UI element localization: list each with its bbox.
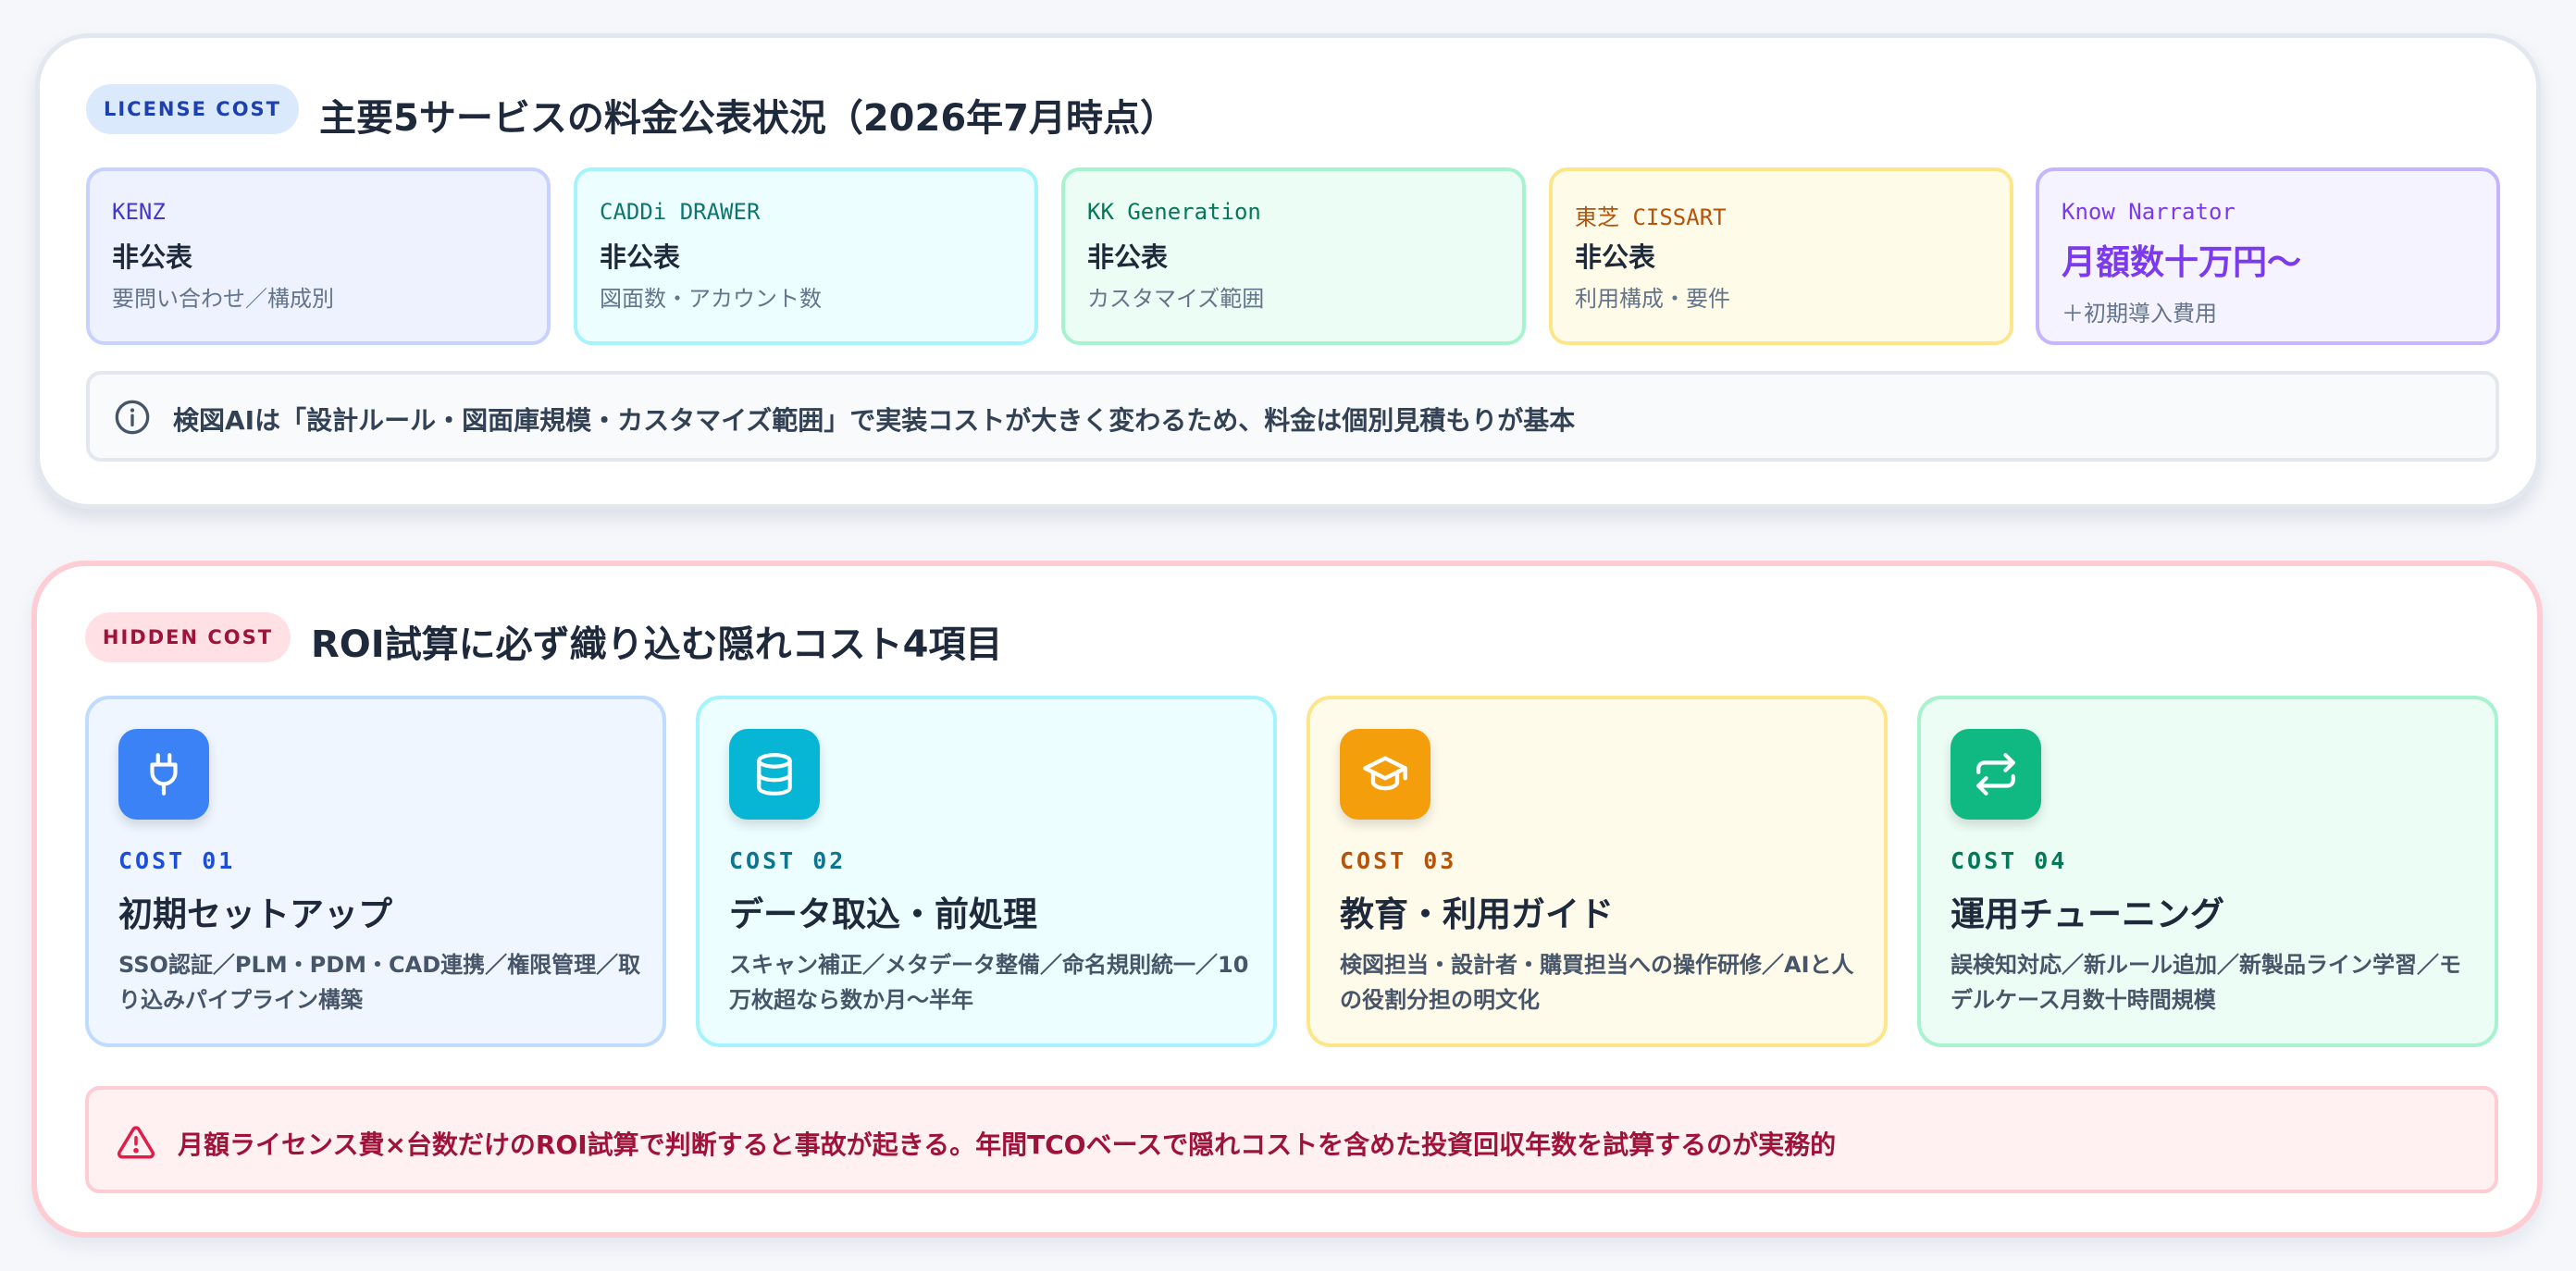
hidden-cost-badge: HIDDEN COST (85, 612, 291, 662)
warning-text: 月額ライセンス費×台数だけのROI試算で判断すると事故が起きる。年間TCOベース… (178, 1129, 1837, 1160)
service-price-status: 月額数十万円〜 (2062, 242, 2301, 282)
service-name: 東芝 CISSART (1575, 204, 1727, 230)
service-card-caddi-drawer: CADDi DRAWER 非公表 図面数・アカウント数 (574, 167, 1038, 345)
service-card-kk-generation: KK Generation 非公表 カスタマイズ範囲 (1061, 167, 1526, 345)
cost-card-ops-tuning: COST 04 運用チューニング 誤検知対応／新ルール追加／新製品ライン学習／モ… (1917, 696, 2498, 1047)
info-callout: 検図AIは「設計ルール・図面庫規模・カスタマイズ範囲」で実装コストが大きく変わる… (86, 371, 2499, 462)
service-price-note: カスタマイズ範囲 (1087, 286, 1265, 312)
cost-title: 運用チューニング (1951, 895, 2224, 934)
cost-icon-box (1340, 729, 1430, 820)
cost-title: データ取込・前処理 (729, 895, 1037, 934)
service-card-toshiba-cissart: 東芝 CISSART 非公表 利用構成・要件 (1549, 167, 2013, 345)
cost-card-data-ingestion: COST 02 データ取込・前処理 スキャン補正／メタデータ整備／命名規則統一／… (696, 696, 1277, 1047)
service-price-note: 要問い合わせ／構成別 (112, 286, 334, 312)
cost-card-training: COST 03 教育・利用ガイド 検図担当・設計者・購買担当への操作研修／AIと… (1307, 696, 1888, 1047)
cost-icon-box (729, 729, 820, 820)
cost-description: 検図担当・設計者・購買担当への操作研修／AIと人の役割分担の明文化 (1340, 952, 1854, 1013)
repeat-icon (1976, 753, 2015, 796)
cost-description: SSO認証／PLM・PDM・CAD連携／権限管理／取り込みパイプライン構築 (118, 952, 641, 1013)
service-price-note: 図面数・アカウント数 (600, 286, 822, 312)
service-name: KK Generation (1087, 199, 1261, 225)
license-cost-title: 主要5サービスの料金公表状況（2026年7月時点） (319, 97, 1177, 140)
plug-icon (150, 753, 178, 796)
service-price-status: 非公表 (1575, 241, 1656, 273)
cost-card-initial-setup: COST 01 初期セットアップ SSO認証／PLM・PDM・CAD連携／権限管… (85, 696, 666, 1047)
cost-icon-box (118, 729, 209, 820)
info-icon (115, 400, 150, 435)
hidden-cost-panel: HIDDEN COST ROI試算に必ず織り込む隠れコスト4項目 COST 01… (31, 561, 2543, 1238)
license-cost-panel: LICENSE COST 主要5サービスの料金公表状況（2026年7月時点） K… (35, 33, 2541, 509)
warning-callout: 月額ライセンス費×台数だけのROI試算で判断すると事故が起きる。年間TCOベース… (85, 1086, 2498, 1193)
database-icon (757, 753, 792, 796)
license-cost-badge: LICENSE COST (86, 84, 299, 134)
service-name: KENZ (112, 199, 166, 225)
cost-title: 教育・利用ガイド (1340, 895, 1614, 934)
graduation-cap-icon (1363, 756, 1407, 791)
hidden-cost-title: ROI試算に必ず織り込む隠れコスト4項目 (311, 623, 1003, 666)
cost-code: COST 01 (118, 847, 236, 874)
info-text: 検図AIは「設計ルール・図面庫規模・カスタマイズ範囲」で実装コストが大きく変わる… (173, 405, 1576, 436)
service-price-note: 利用構成・要件 (1575, 286, 1730, 312)
cost-code: COST 02 (729, 847, 847, 874)
service-card-kenz: KENZ 非公表 要問い合わせ／構成別 (86, 167, 551, 345)
service-price-status: 非公表 (112, 241, 193, 273)
cost-icon-box (1951, 729, 2041, 820)
cost-title: 初期セットアップ (118, 895, 392, 934)
service-price-note: ＋初期導入費用 (2062, 301, 2217, 327)
cost-code: COST 04 (1951, 847, 2068, 874)
cost-description: 誤検知対応／新ルール追加／新製品ライン学習／モデルケース月数十時間規模 (1951, 952, 2461, 1013)
service-card-know-narrator: Know Narrator 月額数十万円〜 ＋初期導入費用 (2036, 167, 2500, 345)
service-name: CADDi DRAWER (600, 199, 761, 225)
service-price-status: 非公表 (1087, 241, 1169, 273)
cost-description: スキャン補正／メタデータ整備／命名規則統一／10万枚超なら数か月〜半年 (729, 952, 1249, 1013)
cost-code: COST 03 (1340, 847, 1457, 874)
service-price-status: 非公表 (600, 241, 681, 273)
warning-triangle-icon (117, 1126, 155, 1159)
service-name: Know Narrator (2062, 199, 2235, 225)
